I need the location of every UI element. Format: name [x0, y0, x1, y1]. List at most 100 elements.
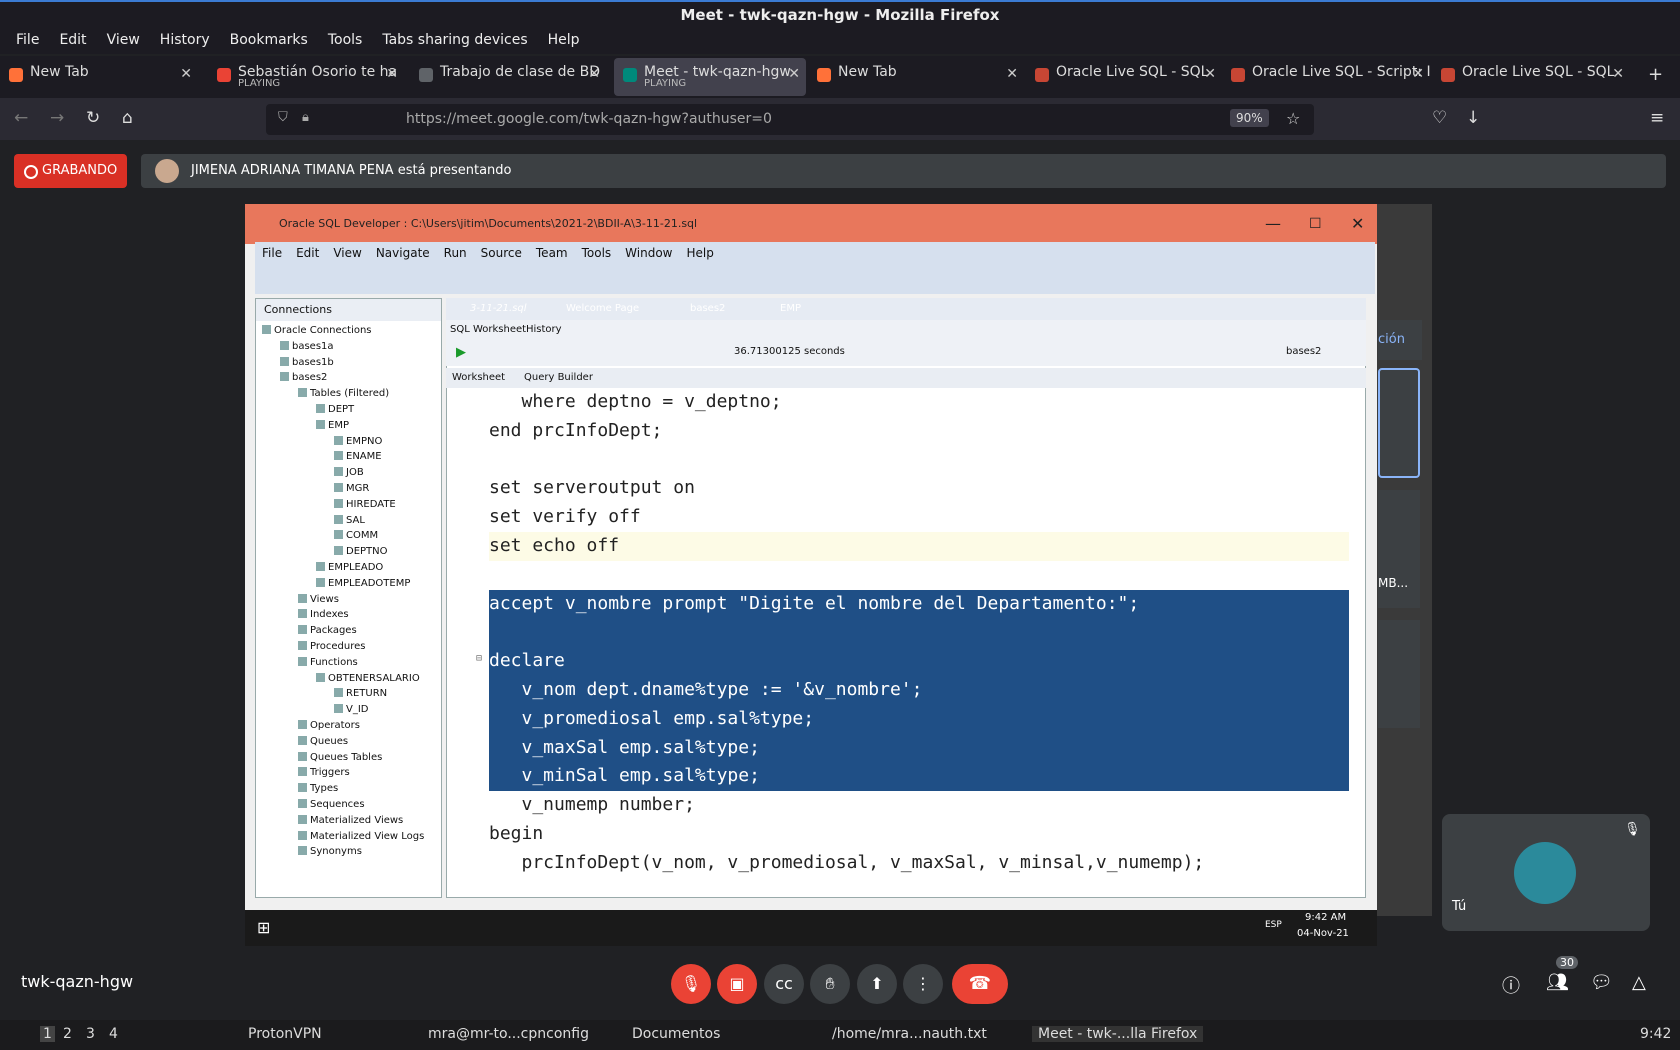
- code-line[interactable]: v_nom dept.dname%type := '&v_nombre';: [489, 676, 923, 704]
- reload-icon[interactable]: ↻: [86, 108, 100, 128]
- tree-node[interactable]: bases1b: [280, 357, 334, 368]
- close-icon[interactable]: ✕: [788, 66, 800, 82]
- tree-node[interactable]: Functions: [298, 657, 358, 668]
- close-icon[interactable]: ✕: [1351, 204, 1364, 244]
- sqldev-menu-source[interactable]: Source: [474, 242, 529, 264]
- code-line[interactable]: end prcInfoDept;: [489, 417, 662, 445]
- menu-tools[interactable]: Tools: [318, 28, 373, 54]
- menu-history[interactable]: History: [150, 28, 220, 54]
- end-call-button[interactable]: ☎: [952, 964, 1008, 1004]
- minimize-icon[interactable]: —: [1265, 204, 1281, 244]
- present-button[interactable]: ⬆: [857, 964, 897, 1004]
- tree-node[interactable]: EMPLEADOTEMP: [316, 578, 410, 589]
- sqldev-menu-help[interactable]: Help: [680, 242, 721, 264]
- code-line[interactable]: declare: [489, 647, 565, 675]
- close-icon[interactable]: ✕: [588, 66, 600, 82]
- taskbar-item[interactable]: /home/mra...nauth.txt: [832, 1026, 987, 1042]
- camera-toggle-button[interactable]: ▣: [717, 964, 757, 1004]
- tree-node[interactable]: EMP: [316, 420, 349, 431]
- doc-tab[interactable]: 3-11-21.sql: [470, 303, 527, 314]
- close-icon[interactable]: ✕: [1412, 66, 1424, 82]
- tree-node[interactable]: OBTENERSALARIO: [316, 673, 420, 684]
- code-line[interactable]: set serveroutput on: [489, 474, 695, 502]
- tree-node[interactable]: Operators: [298, 720, 360, 731]
- code-line[interactable]: v_maxSal emp.sal%type;: [489, 734, 760, 762]
- back-icon[interactable]: ←: [14, 108, 28, 128]
- doc-tab[interactable]: bases2: [690, 303, 725, 314]
- tree-node[interactable]: Queues Tables: [298, 752, 382, 763]
- tree-node[interactable]: Procedures: [298, 641, 365, 652]
- close-icon[interactable]: ✕: [386, 66, 398, 82]
- captions-button[interactable]: cc: [764, 964, 804, 1004]
- maximize-icon[interactable]: ☐: [1309, 204, 1322, 244]
- worksheet-tab[interactable]: History: [526, 324, 562, 335]
- code-line[interactable]: v_promediosal emp.sal%type;: [489, 705, 815, 733]
- tree-node[interactable]: COMM: [334, 530, 378, 541]
- tree-node[interactable]: JOB: [334, 467, 364, 478]
- close-icon[interactable]: ✕: [1006, 66, 1018, 82]
- sqldev-menu-team[interactable]: Team: [529, 242, 575, 264]
- worksheet-tab[interactable]: SQL Worksheet: [450, 324, 526, 335]
- bookmark-star-icon[interactable]: ☆: [1286, 109, 1300, 128]
- tree-node[interactable]: Oracle Connections: [262, 325, 372, 336]
- downloads-icon[interactable]: ↓: [1466, 108, 1480, 128]
- forward-icon[interactable]: →: [50, 108, 64, 128]
- app-menu-icon[interactable]: ≡: [1650, 108, 1664, 128]
- tree-node[interactable]: EMPNO: [334, 436, 382, 447]
- sqldev-menu-run[interactable]: Run: [437, 242, 474, 264]
- tree-node[interactable]: bases2: [280, 372, 327, 383]
- taskbar-item[interactable]: Meet - twk-...lla Firefox: [1032, 1026, 1204, 1042]
- taskbar-item[interactable]: ProtonVPN: [248, 1026, 322, 1042]
- code-line[interactable]: v_minSal emp.sal%type;: [489, 762, 760, 790]
- chat-icon[interactable]: 💬︎: [1590, 972, 1613, 993]
- browser-tab[interactable]: New Tab ✕: [0, 58, 198, 96]
- sub-tab[interactable]: Worksheet: [452, 372, 505, 383]
- code-line[interactable]: where deptno = v_deptno;: [489, 388, 782, 416]
- menu-tabs-sharing-devices[interactable]: Tabs sharing devices: [372, 28, 537, 54]
- zoom-badge[interactable]: 90%: [1230, 109, 1269, 127]
- tree-node[interactable]: V_ID: [334, 704, 369, 715]
- menu-bookmarks[interactable]: Bookmarks: [220, 28, 318, 54]
- workspace-button[interactable]: 4: [109, 1026, 118, 1042]
- people-icon[interactable]: 👥︎: [1546, 972, 1569, 993]
- tree-node[interactable]: Views: [298, 594, 339, 605]
- tree-node[interactable]: Sequences: [298, 799, 365, 810]
- home-icon[interactable]: ⌂: [122, 108, 133, 128]
- tree-node[interactable]: Indexes: [298, 609, 349, 620]
- taskbar-item[interactable]: mra@mr-to...cpnconfig: [428, 1026, 589, 1042]
- sqldev-menu-window[interactable]: Window: [618, 242, 679, 264]
- browser-tab[interactable]: Oracle Live SQL - SQL ✕: [1432, 58, 1630, 96]
- sqldev-menu-tools[interactable]: Tools: [575, 242, 619, 264]
- browser-tab[interactable]: Oracle Live SQL - Script: I ✕: [1222, 58, 1430, 96]
- sqldev-menu-navigate[interactable]: Navigate: [369, 242, 437, 264]
- code-line[interactable]: accept v_nombre prompt "Digite el nombre…: [489, 590, 1139, 618]
- workspace-button[interactable]: 3: [86, 1026, 95, 1042]
- sqldev-menu-file[interactable]: File: [255, 242, 289, 264]
- tree-node[interactable]: HIREDATE: [334, 499, 396, 510]
- browser-tab[interactable]: Oracle Live SQL - SQL ✕: [1026, 58, 1222, 96]
- menu-view[interactable]: View: [97, 28, 150, 54]
- tree-node[interactable]: Synonyms: [298, 846, 362, 857]
- tree-node[interactable]: RETURN: [334, 688, 387, 699]
- connection-select[interactable]: bases2: [1286, 346, 1321, 357]
- code-line[interactable]: v_numemp number;: [489, 791, 695, 819]
- sqldev-menu-view[interactable]: View: [326, 242, 368, 264]
- close-icon[interactable]: ✕: [1612, 66, 1624, 82]
- tree-node[interactable]: DEPT: [316, 404, 354, 415]
- sqldev-menu-edit[interactable]: Edit: [289, 242, 326, 264]
- taskbar-item[interactable]: Documentos: [632, 1026, 720, 1042]
- tree-node[interactable]: SAL: [334, 515, 365, 526]
- workspace-button[interactable]: 1: [40, 1026, 55, 1042]
- info-icon[interactable]: ⓘ: [1502, 972, 1520, 998]
- raise-hand-button[interactable]: ✋︎: [810, 964, 850, 1004]
- browser-tab[interactable]: Meet - twk-qazn-hgw PLAYING ✕: [614, 58, 806, 96]
- tree-node[interactable]: ENAME: [334, 451, 382, 462]
- menu-help[interactable]: Help: [538, 28, 590, 54]
- pocket-icon[interactable]: ♡: [1432, 108, 1447, 128]
- code-line[interactable]: begin: [489, 820, 543, 848]
- doc-tab[interactable]: Welcome Page: [566, 303, 639, 314]
- menu-edit[interactable]: Edit: [49, 28, 96, 54]
- workspace-button[interactable]: 2: [63, 1026, 72, 1042]
- side-button[interactable]: ción: [1378, 320, 1422, 360]
- tree-node[interactable]: Types: [298, 783, 338, 794]
